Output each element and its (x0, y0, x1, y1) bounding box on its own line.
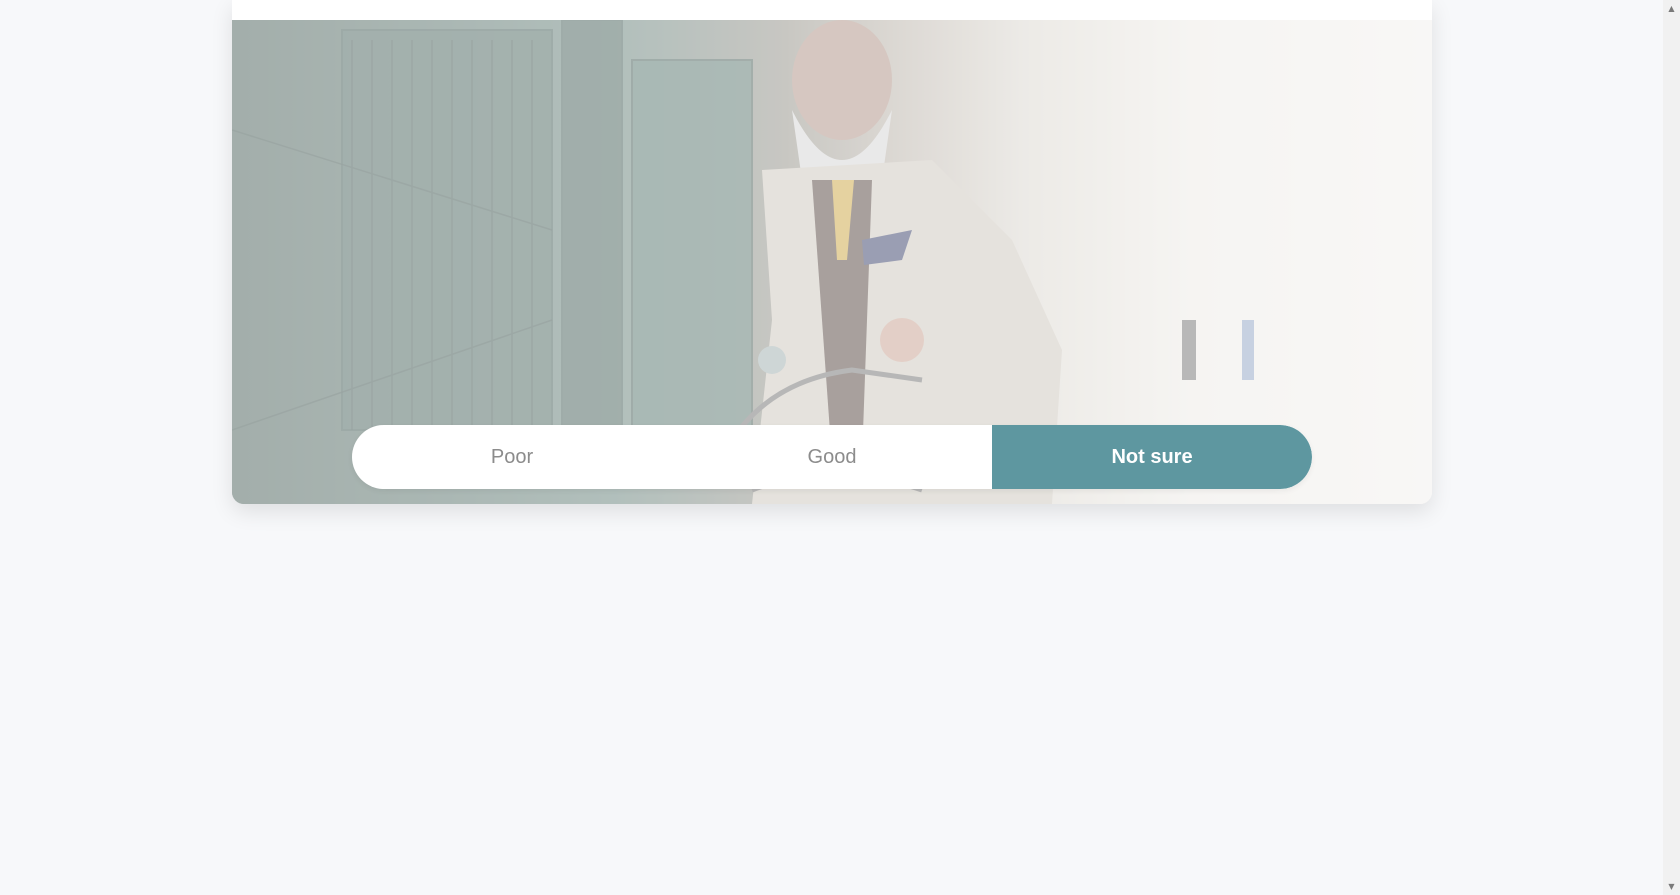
rating-options: Poor Good Not sure (352, 425, 1312, 489)
triangle-down-icon[interactable]: ▼ (1663, 878, 1680, 895)
question-card: Poor Good Not sure (232, 0, 1432, 504)
rating-option-poor[interactable]: Poor (352, 425, 672, 489)
vertical-scrollbar[interactable]: ▲ ▼ (1663, 0, 1680, 895)
triangle-up-icon[interactable]: ▲ (1663, 0, 1680, 17)
page: Poor Good Not sure ▲ ▼ (0, 0, 1680, 895)
rating-option-good[interactable]: Good (672, 425, 992, 489)
rating-option-not-sure[interactable]: Not sure (992, 425, 1312, 489)
card-header-strip (232, 0, 1432, 20)
hero-image: Poor Good Not sure (232, 20, 1432, 504)
